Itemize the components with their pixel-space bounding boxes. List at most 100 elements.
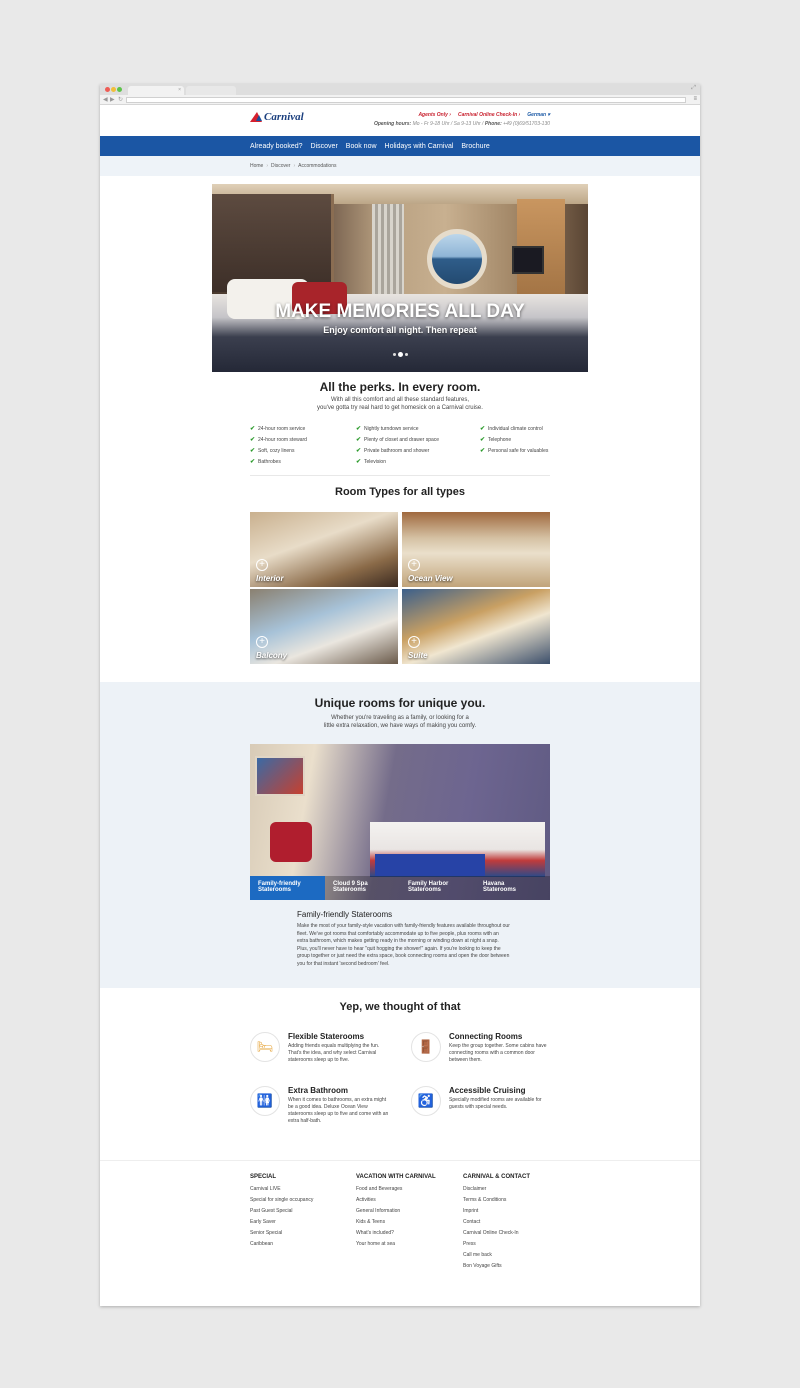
- perk-item: ✔ Soft, cozy linens: [250, 446, 356, 455]
- photo-chair: [270, 822, 312, 862]
- nav-book-now[interactable]: Book now: [346, 143, 377, 150]
- footer-link[interactable]: Food and Beverages: [356, 1186, 436, 1197]
- browser-menu-icon[interactable]: ≡: [693, 96, 697, 102]
- nav-brochure[interactable]: Brochure: [461, 143, 489, 150]
- check-icon: ✔: [250, 459, 256, 465]
- online-checkin-link[interactable]: Carnival Online Check-In ›: [458, 112, 520, 118]
- perk-label: 24-hour room service: [258, 425, 306, 432]
- nav-holidays[interactable]: Holidays with Carnival: [385, 143, 454, 150]
- perks-desc-line1: With all this comfort and all these stan…: [330, 397, 470, 403]
- perk-label: Individual climate control: [488, 425, 543, 432]
- carnival-logo[interactable]: Carnival: [250, 111, 304, 123]
- slider-dots: [212, 353, 588, 356]
- footer-link[interactable]: Special for single occupancy: [250, 1197, 313, 1208]
- footer-link[interactable]: What's included?: [356, 1230, 436, 1241]
- footer-link[interactable]: Early Saver: [250, 1219, 313, 1230]
- forward-icon[interactable]: ▶: [110, 96, 115, 103]
- maximize-window-button[interactable]: [117, 87, 122, 92]
- slider-dot[interactable]: [392, 353, 396, 356]
- slider-dot[interactable]: [398, 353, 402, 356]
- footer-link[interactable]: Senior Special: [250, 1230, 313, 1241]
- back-icon[interactable]: ◀: [103, 96, 108, 103]
- footer-link[interactable]: Carnival LIVE: [250, 1186, 313, 1197]
- browser-tab[interactable]: ×: [128, 86, 184, 95]
- room-tile-ocean-view[interactable]: + Ocean View: [402, 512, 550, 587]
- browser-tab-new[interactable]: [186, 86, 236, 95]
- stateroom-text: Make the most of your family-style vacat…: [297, 923, 510, 967]
- footer-link[interactable]: Terms & Conditions: [463, 1197, 530, 1208]
- stateroom-tab[interactable]: Family-friendly Staterooms: [250, 876, 325, 900]
- hero-slider[interactable]: MAKE MEMORIES ALL DAY Enjoy comfort all …: [212, 184, 588, 372]
- footer-link[interactable]: Kids & Teens: [356, 1219, 436, 1230]
- unique-rooms-section: Unique rooms for unique you. Whether you…: [100, 682, 700, 988]
- close-window-button[interactable]: [105, 87, 110, 92]
- perk-label: Nightly turndown service: [364, 425, 419, 432]
- browser-window: × ⤢ ◀ ▶ ↻ ≡ Carnival Agents Only › Carni…: [100, 84, 700, 1306]
- hero-title: MAKE MEMORIES ALL DAY: [275, 301, 525, 322]
- stateroom-tab[interactable]: Cloud 9 Spa Staterooms: [325, 876, 400, 900]
- footer-column: SPECIAL Carnival LIVE Special for single o…: [250, 1174, 313, 1252]
- slider-dot[interactable]: [404, 353, 408, 356]
- footer-link[interactable]: Caribbean: [250, 1241, 313, 1252]
- feature-text: Adding friends equals multiplying the fu…: [288, 1043, 380, 1063]
- restroom-icon: 🚻: [250, 1086, 280, 1116]
- stateroom-photo: Family-friendly Staterooms Cloud 9 Spa Stat…: [250, 744, 550, 900]
- room-tile-suite[interactable]: + Suite: [402, 589, 550, 664]
- footer-link[interactable]: Disclaimer: [463, 1186, 530, 1197]
- browser-titlebar: × ⤢: [100, 84, 700, 95]
- footer-link[interactable]: Carnival Online Check-In: [463, 1230, 530, 1241]
- reload-icon[interactable]: ↻: [118, 96, 123, 103]
- footer-link[interactable]: Your home at sea: [356, 1241, 436, 1252]
- fullscreen-icon[interactable]: ⤢: [691, 85, 696, 92]
- breadcrumb-home[interactable]: Home: [250, 163, 263, 169]
- footer-link[interactable]: Imprint: [463, 1208, 530, 1219]
- perk-item: ✔ 24-hour room steward: [250, 435, 356, 444]
- check-icon: ✔: [250, 426, 256, 432]
- plus-circle-icon[interactable]: +: [408, 559, 420, 571]
- breadcrumb-separator: ›: [293, 163, 296, 169]
- footer-link[interactable]: General Information: [356, 1208, 436, 1219]
- breadcrumb-separator: ›: [266, 163, 269, 169]
- top-links: Agents Only › Carnival Online Check-In ›…: [418, 112, 550, 118]
- plus-circle-icon[interactable]: +: [256, 636, 268, 648]
- footer-link[interactable]: Call me back: [463, 1252, 530, 1263]
- room-types-title: Room Types for all types: [335, 486, 465, 498]
- tab-close-icon[interactable]: ×: [178, 86, 181, 95]
- agents-only-link[interactable]: Agents Only ›: [418, 112, 451, 118]
- footer-link[interactable]: Bon Voyage Gifts: [463, 1263, 530, 1274]
- stateroom-tab[interactable]: Havana Staterooms: [475, 876, 550, 900]
- minimize-window-button[interactable]: [111, 87, 116, 92]
- breadcrumb-current: Accommodations: [298, 163, 337, 169]
- footer-column-title: VACATION WITH CARNIVAL: [356, 1174, 436, 1180]
- address-bar[interactable]: [126, 97, 686, 103]
- perk-item: ✔ 24-hour room service: [250, 424, 356, 433]
- perks-description: With all this comfort and all these stan…: [100, 396, 700, 412]
- footer-divider: [100, 1160, 700, 1161]
- section-divider: [250, 475, 550, 476]
- nav-already-booked[interactable]: Already booked?: [250, 143, 303, 150]
- room-tile-interior[interactable]: + Interior: [250, 512, 398, 587]
- stateroom-tab-label: Staterooms: [483, 887, 517, 893]
- plus-circle-icon[interactable]: +: [408, 636, 420, 648]
- footer-link[interactable]: Press: [463, 1241, 530, 1252]
- plus-circle-icon[interactable]: +: [256, 559, 268, 571]
- footer-link[interactable]: Past Guest Special: [250, 1208, 313, 1219]
- footer-link[interactable]: Activities: [356, 1197, 436, 1208]
- room-types-grid: + Interior + Ocean View + Balcony + Suit…: [250, 512, 550, 664]
- stateroom-tab[interactable]: Family Harbor Staterooms: [400, 876, 475, 900]
- perk-item: ✔ Bathrobes: [250, 457, 356, 466]
- main-nav: Already booked? Discover Book now Holida…: [100, 136, 700, 156]
- language-select[interactable]: German ▾: [527, 112, 550, 118]
- phone-label: Phone:: [484, 121, 502, 127]
- perk-label: 24-hour room steward: [258, 436, 307, 443]
- room-tile-balcony[interactable]: + Balcony: [250, 589, 398, 664]
- perk-label: Private bathroom and shower: [364, 447, 430, 454]
- stateroom-subtitle: Family-friendly Staterooms: [297, 910, 393, 919]
- nav-discover[interactable]: Discover: [311, 143, 338, 150]
- check-icon: ✔: [356, 448, 362, 454]
- room-tile-label: Suite: [408, 651, 428, 660]
- footer-link[interactable]: Contact: [463, 1219, 530, 1230]
- feature-text: When it comes to bathrooms, an extra mig…: [288, 1097, 389, 1124]
- perk-label: Soft, cozy linens: [258, 447, 295, 454]
- breadcrumb-discover[interactable]: Discover: [271, 163, 290, 169]
